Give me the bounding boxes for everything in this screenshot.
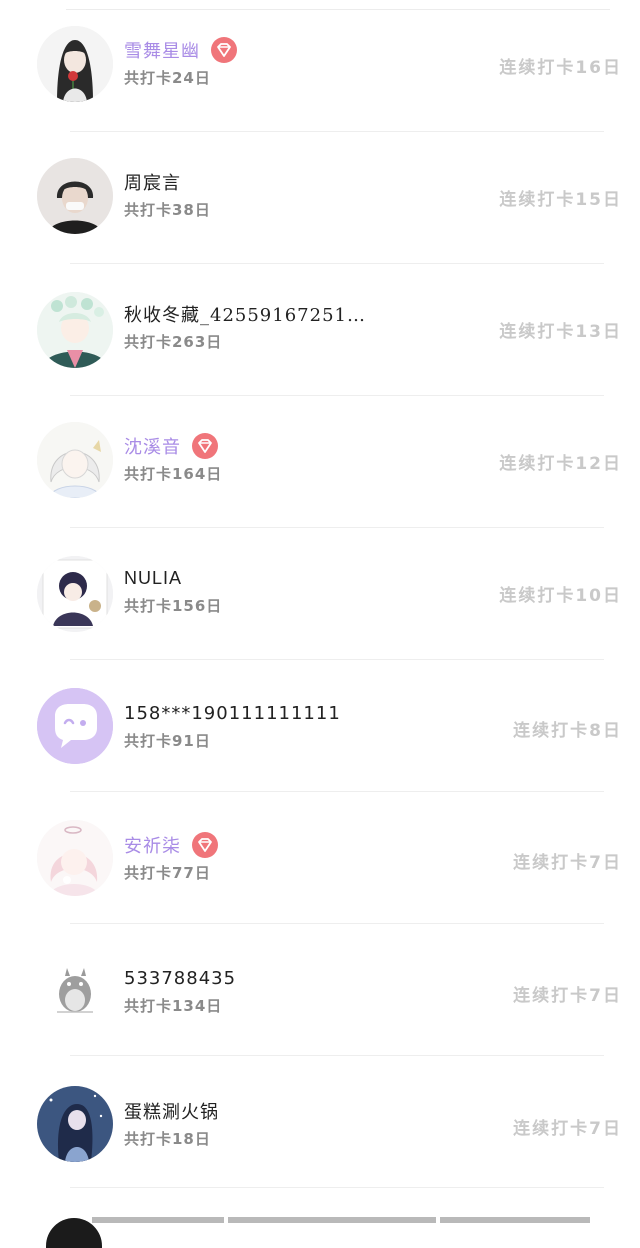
totoro-sketch-avatar[interactable] xyxy=(37,954,113,1030)
list-item[interactable]: 秋收冬藏_42559167251… 共打卡263日 连续打卡13日 xyxy=(0,264,640,396)
user-name[interactable]: 安祈柒 xyxy=(124,832,181,858)
preview-bar xyxy=(440,1217,590,1223)
name-line: 158***190111111111 xyxy=(124,700,341,726)
streak-label: 连续打卡13日 xyxy=(499,322,622,342)
preview-bar xyxy=(92,1217,224,1223)
night-sky-anime-avatar[interactable] xyxy=(37,1086,113,1162)
white-hair-anime-avatar[interactable] xyxy=(37,422,113,498)
girl-with-rose-avatar[interactable] xyxy=(37,26,113,102)
list-item[interactable]: 533788435 共打卡134日 连续打卡7日 xyxy=(0,924,640,1056)
user-name[interactable]: 周宸言 xyxy=(124,169,181,195)
streak-label: 连续打卡15日 xyxy=(499,190,622,210)
user-name[interactable]: 雪舞星幽 xyxy=(124,37,200,63)
streak-label: 连续打卡16日 xyxy=(499,58,622,78)
vip-diamond-icon xyxy=(210,36,238,64)
total-checkins: 共打卡18日 xyxy=(124,1130,211,1148)
row-divider xyxy=(70,1187,604,1188)
flower-crown-anime-avatar[interactable] xyxy=(37,292,113,368)
chibi-anime-avatar[interactable] xyxy=(37,556,113,632)
total-checkins: 共打卡164日 xyxy=(124,465,223,483)
streak-label: 连续打卡8日 xyxy=(513,721,622,741)
user-name[interactable]: 533788435 xyxy=(124,968,236,989)
pink-hair-anime-avatar[interactable] xyxy=(37,820,113,896)
list-item[interactable]: 158***190111111111 共打卡91日 连续打卡8日 xyxy=(0,660,640,792)
vip-diamond-icon xyxy=(191,831,219,859)
total-checkins: 共打卡38日 xyxy=(124,201,211,219)
preview-bar xyxy=(228,1217,436,1223)
streak-label: 连续打卡7日 xyxy=(513,853,622,873)
streak-label: 连续打卡7日 xyxy=(513,1119,622,1139)
name-line: 蛋糕涮火锅 xyxy=(124,1098,219,1124)
name-line: 安祈柒 xyxy=(124,832,219,858)
total-checkins: 共打卡91日 xyxy=(124,732,211,750)
user-name[interactable]: 沈溪音 xyxy=(124,433,181,459)
name-line: 周宸言 xyxy=(124,169,181,195)
total-checkins: 共打卡156日 xyxy=(124,597,223,615)
streak-label: 连续打卡7日 xyxy=(513,986,622,1006)
total-checkins: 共打卡134日 xyxy=(124,997,223,1015)
vip-diamond-icon xyxy=(191,432,219,460)
default-chat-bubble-avatar[interactable] xyxy=(37,688,113,764)
list-item[interactable]: 蛋糕涮火锅 共打卡18日 连续打卡7日 xyxy=(0,1056,640,1188)
user-name[interactable]: NULIA xyxy=(124,568,182,589)
total-checkins: 共打卡24日 xyxy=(124,69,211,87)
total-checkins: 共打卡77日 xyxy=(124,864,211,882)
user-name[interactable]: 158***190111111111 xyxy=(124,703,341,724)
total-checkins: 共打卡263日 xyxy=(124,333,223,351)
name-line: 雪舞星幽 xyxy=(124,37,238,63)
list-item[interactable]: 周宸言 共打卡38日 连续打卡15日 xyxy=(0,132,640,264)
streak-label: 连续打卡10日 xyxy=(499,586,622,606)
list-item[interactable]: NULIA 共打卡156日 连续打卡10日 xyxy=(0,528,640,660)
list-item[interactable]: 安祈柒 共打卡77日 连续打卡7日 xyxy=(0,792,640,924)
list-item[interactable]: 雪舞星幽 共打卡24日 连续打卡16日 xyxy=(0,0,640,132)
name-line: 533788435 xyxy=(124,965,236,991)
user-name[interactable]: 秋收冬藏_42559167251… xyxy=(124,301,366,327)
next-item-preview xyxy=(0,1212,640,1248)
streak-label: 连续打卡12日 xyxy=(499,454,622,474)
user-name[interactable]: 蛋糕涮火锅 xyxy=(124,1098,219,1124)
name-line: NULIA xyxy=(124,565,182,591)
name-line: 秋收冬藏_42559167251… xyxy=(124,301,366,327)
list-item[interactable]: 沈溪音 共打卡164日 连续打卡12日 xyxy=(0,396,640,528)
name-line: 沈溪音 xyxy=(124,433,219,459)
boy-with-mask-avatar[interactable] xyxy=(37,158,113,234)
